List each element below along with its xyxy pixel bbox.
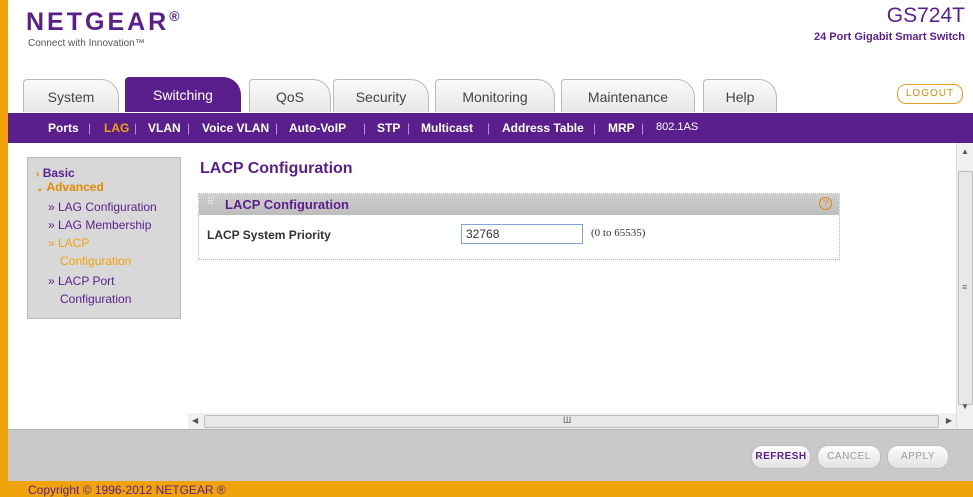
subnav-voice-vlan[interactable]: Voice VLAN [202, 121, 269, 135]
tab-help[interactable]: Help [703, 79, 777, 112]
refresh-button[interactable]: REFRESH [751, 445, 811, 469]
sidebar-item-lacp-configuration-cont[interactable]: Configuration [60, 254, 131, 268]
sidebar-item-lacp-port-configuration-cont[interactable]: Configuration [60, 292, 131, 306]
subnav-separator: | [134, 121, 138, 135]
subnav-separator: | [407, 121, 411, 135]
app-frame: NETGEAR® Connect with Innovation™ GS724T… [8, 0, 973, 481]
tagline: Connect with Innovation™ [28, 38, 145, 49]
sidebar-item-lag-configuration[interactable]: » LAG Configuration [48, 200, 157, 214]
grip-icon: ≡ [962, 282, 968, 292]
subnav-separator: | [275, 121, 279, 135]
subnav-multicast[interactable]: Multicast [421, 121, 473, 135]
subnav-separator: | [88, 121, 92, 135]
apply-button[interactable]: APPLY [887, 445, 949, 469]
help-icon[interactable]: ? [819, 197, 832, 210]
subnav-auto-voip[interactable]: Auto-VoIP [289, 121, 346, 135]
chevron-right-icon: › [36, 169, 40, 180]
config-panel: ⠿ LACP Configuration ? LACP System Prior… [198, 193, 840, 260]
drag-handle-icon: ⠿ [207, 197, 215, 208]
header: NETGEAR® Connect with Innovation™ GS724T… [8, 0, 973, 118]
subnav-lag[interactable]: LAG [104, 121, 129, 135]
subnav-vlan[interactable]: VLAN [148, 121, 181, 135]
device-description: 24 Port Gigabit Smart Switch [814, 31, 965, 43]
cancel-button[interactable]: CANCEL [817, 445, 881, 469]
grip-icon: Ш [563, 415, 572, 425]
vertical-scrollbar[interactable]: ▲ ≡ ▼ [956, 143, 973, 429]
sidebar: › Basic ⌄ Advanced » LAG Configuration »… [27, 157, 181, 319]
logout-button[interactable]: LOGOUT [897, 84, 963, 104]
sidebar-basic[interactable]: › Basic [36, 166, 75, 180]
subnav-separator: | [593, 121, 597, 135]
scroll-down-arrow-icon[interactable]: ▼ [961, 402, 969, 411]
chevron-down-icon: ⌄ [36, 183, 44, 193]
subnav-separator: | [363, 121, 367, 135]
sidebar-item-lag-membership[interactable]: » LAG Membership [48, 218, 151, 232]
device-model: GS724T [886, 4, 965, 27]
panel-header: ⠿ LACP Configuration ? [199, 194, 839, 215]
sidebar-item-lacp-configuration[interactable]: » LACP [48, 236, 89, 250]
scroll-up-arrow-icon[interactable]: ▲ [961, 147, 969, 156]
lacp-system-priority-label: LACP System Priority [207, 228, 331, 242]
sidebar-advanced[interactable]: ⌄ Advanced [36, 180, 104, 194]
sidebar-item-lacp-port-configuration[interactable]: » LACP Port [48, 274, 114, 288]
tab-qos[interactable]: QoS [249, 79, 331, 112]
horizontal-scroll-thumb[interactable]: Ш [204, 415, 939, 428]
scroll-right-arrow-icon[interactable]: ▶ [946, 416, 952, 425]
copyright: Copyright © 1996-2012 NETGEAR ® [28, 483, 226, 497]
tab-switching[interactable]: Switching [125, 77, 241, 112]
horizontal-scrollbar[interactable]: ◀ Ш ▶ [188, 413, 956, 429]
vertical-scroll-thumb[interactable]: ≡ [958, 171, 973, 405]
subnav-8021as[interactable]: 802.1AS [656, 121, 698, 133]
tab-system[interactable]: System [23, 79, 119, 112]
panel-title: LACP Configuration [225, 197, 349, 212]
page-title: LACP Configuration [200, 160, 353, 177]
tab-security[interactable]: Security [333, 79, 429, 112]
main-area: › Basic ⌄ Advanced » LAG Configuration »… [8, 143, 973, 429]
tab-monitoring[interactable]: Monitoring [435, 79, 555, 112]
subnav-ports[interactable]: Ports [48, 121, 79, 135]
scroll-left-arrow-icon[interactable]: ◀ [192, 416, 198, 425]
sub-navigation: Ports | LAG | VLAN | Voice VLAN | Auto-V… [8, 113, 973, 143]
subnav-separator: | [187, 121, 191, 135]
lacp-system-priority-input[interactable] [461, 224, 583, 244]
lacp-system-priority-range: (0 to 65535) [591, 227, 646, 239]
button-bar: REFRESH CANCEL APPLY [8, 429, 973, 481]
netgear-logo: NETGEAR® [26, 8, 180, 36]
subnav-separator: | [487, 121, 491, 135]
subnav-address-table[interactable]: Address Table [502, 121, 584, 135]
subnav-mrp[interactable]: MRP [608, 121, 635, 135]
subnav-stp[interactable]: STP [377, 121, 400, 135]
subnav-separator: | [641, 121, 645, 135]
tab-maintenance[interactable]: Maintenance [561, 79, 695, 112]
